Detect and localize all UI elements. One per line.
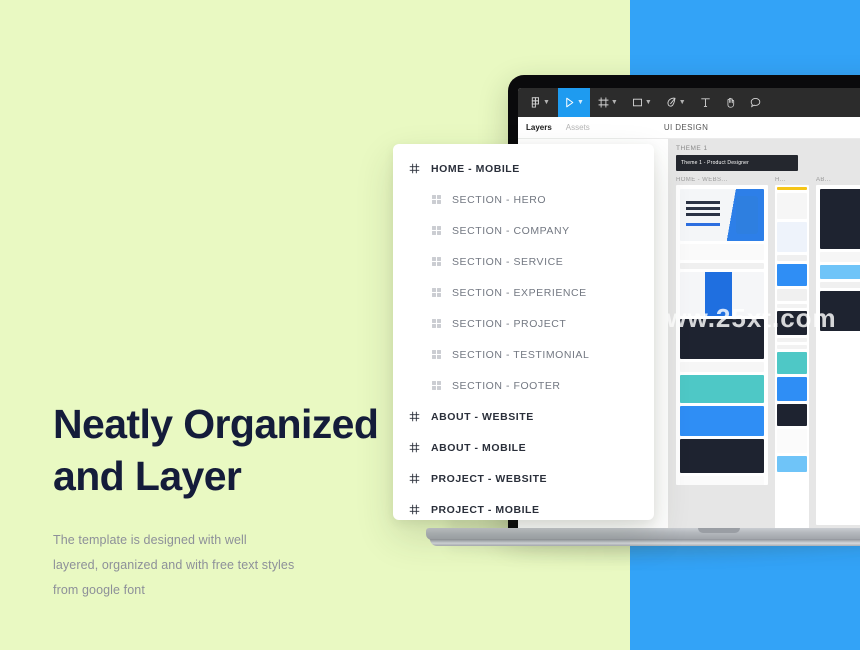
- layer-label: PROJECT - MOBILE: [431, 503, 540, 516]
- frame-label: HOME - WEBS...: [676, 177, 728, 183]
- chevron-down-icon: ▼: [610, 99, 618, 106]
- layer-label: PROJECT - WEBSITE: [431, 472, 548, 485]
- chevron-down-icon: ▼: [576, 99, 584, 106]
- tab-layers[interactable]: Layers: [526, 123, 552, 132]
- layer-row[interactable]: SECTION - FOOTER: [393, 370, 654, 401]
- component-icon: [432, 381, 441, 390]
- hero-description: The template is designed with well layer…: [53, 528, 393, 603]
- layer-label: ABOUT - WEBSITE: [431, 410, 534, 423]
- description-line-2: layered, organized and with free text st…: [53, 558, 295, 572]
- frame-about-website[interactable]: AB...: [816, 177, 860, 525]
- frame-hash-icon: [409, 504, 420, 515]
- frame-thumbnail[interactable]: [676, 185, 768, 485]
- heading-line-1: Neatly Organized: [53, 401, 379, 447]
- frame-thumbnail[interactable]: [816, 185, 860, 525]
- component-icon: [432, 195, 441, 204]
- layer-row[interactable]: ABOUT - MOBILE: [393, 432, 654, 463]
- layer-label: SECTION - PROJECT: [452, 317, 567, 330]
- frame-label: AB...: [816, 177, 832, 183]
- layer-row[interactable]: PROJECT - MOBILE: [393, 494, 654, 520]
- component-icon: [432, 226, 441, 235]
- toolbar-move-cursor-icon[interactable]: ▼: [557, 88, 590, 117]
- layer-label: ABOUT - MOBILE: [431, 441, 527, 454]
- layer-row[interactable]: HOME - MOBILE: [393, 153, 654, 184]
- layer-label: SECTION - SERVICE: [452, 255, 564, 268]
- chevron-down-icon: ▼: [644, 99, 652, 106]
- layer-label: SECTION - HERO: [452, 193, 547, 206]
- frame-hash-icon: [409, 411, 420, 422]
- layer-label: SECTION - EXPERIENCE: [452, 286, 587, 299]
- layer-row[interactable]: SECTION - PROJECT: [393, 308, 654, 339]
- toolbar-comment-icon[interactable]: [744, 88, 767, 117]
- frame-hash-icon: [409, 442, 420, 453]
- layer-row[interactable]: PROJECT - WEBSITE: [393, 463, 654, 494]
- frame-hash-icon: [409, 163, 420, 174]
- toolbar-frame-icon[interactable]: ▼: [592, 88, 624, 117]
- figma-canvas[interactable]: THEME 1 Theme 1 - Product Designer HOME …: [668, 139, 860, 530]
- layer-row[interactable]: SECTION - EXPERIENCE: [393, 277, 654, 308]
- layer-label: SECTION - FOOTER: [452, 379, 561, 392]
- presentation-stage: ▼ ▼ ▼ ▼ ▼ Layers Assets UI DESIGN THEME …: [0, 0, 860, 650]
- chevron-down-icon: ▼: [543, 99, 550, 106]
- layer-row[interactable]: SECTION - TESTIMONIAL: [393, 339, 654, 370]
- hero-copy: Neatly Organized and Layer The template …: [53, 398, 393, 603]
- toolbar-hand-icon[interactable]: [719, 88, 742, 117]
- component-icon: [432, 350, 441, 359]
- page-title: Neatly Organized and Layer: [53, 398, 393, 502]
- tab-assets[interactable]: Assets: [566, 123, 590, 132]
- component-icon: [432, 257, 441, 266]
- toolbar-menu-icon[interactable]: ▼: [524, 88, 556, 117]
- component-icon: [432, 319, 441, 328]
- figma-panel-tabs: Layers Assets UI DESIGN: [518, 117, 860, 139]
- laptop-base: [426, 528, 860, 550]
- canvas-frames: HOME - WEBS... H... AB...: [676, 177, 860, 530]
- description-line-3: from google font: [53, 583, 145, 597]
- canvas-section-title: THEME 1: [676, 145, 708, 152]
- chevron-down-icon: ▼: [678, 99, 686, 106]
- figma-toolbar: ▼ ▼ ▼ ▼ ▼: [518, 88, 860, 117]
- description-line-1: The template is designed with well: [53, 533, 247, 547]
- frame-label: H...: [775, 177, 786, 183]
- frame-hash-icon: [409, 473, 420, 484]
- heading-line-2: and Layer: [53, 453, 242, 499]
- toolbar-rectangle-icon[interactable]: ▼: [626, 88, 658, 117]
- frame-home-website[interactable]: HOME - WEBS...: [676, 177, 768, 485]
- layer-row[interactable]: SECTION - SERVICE: [393, 246, 654, 277]
- layers-panel[interactable]: HOME - MOBILE SECTION - HERO SECTION - C…: [393, 144, 654, 520]
- toolbar-pen-icon[interactable]: ▼: [660, 88, 692, 117]
- theme-banner: Theme 1 - Product Designer: [676, 155, 798, 171]
- layer-label: HOME - MOBILE: [431, 162, 520, 175]
- page-selector[interactable]: UI DESIGN: [664, 123, 709, 132]
- layer-row[interactable]: SECTION - HERO: [393, 184, 654, 215]
- toolbar-text-icon[interactable]: [694, 88, 717, 117]
- layer-label: SECTION - COMPANY: [452, 224, 570, 237]
- frame-thumbnail[interactable]: [775, 185, 809, 530]
- layer-row[interactable]: SECTION - COMPANY: [393, 215, 654, 246]
- layer-row[interactable]: ABOUT - WEBSITE: [393, 401, 654, 432]
- component-icon: [432, 288, 441, 297]
- frame-home-mobile[interactable]: H...: [775, 177, 809, 530]
- layer-label: SECTION - TESTIMONIAL: [452, 348, 590, 361]
